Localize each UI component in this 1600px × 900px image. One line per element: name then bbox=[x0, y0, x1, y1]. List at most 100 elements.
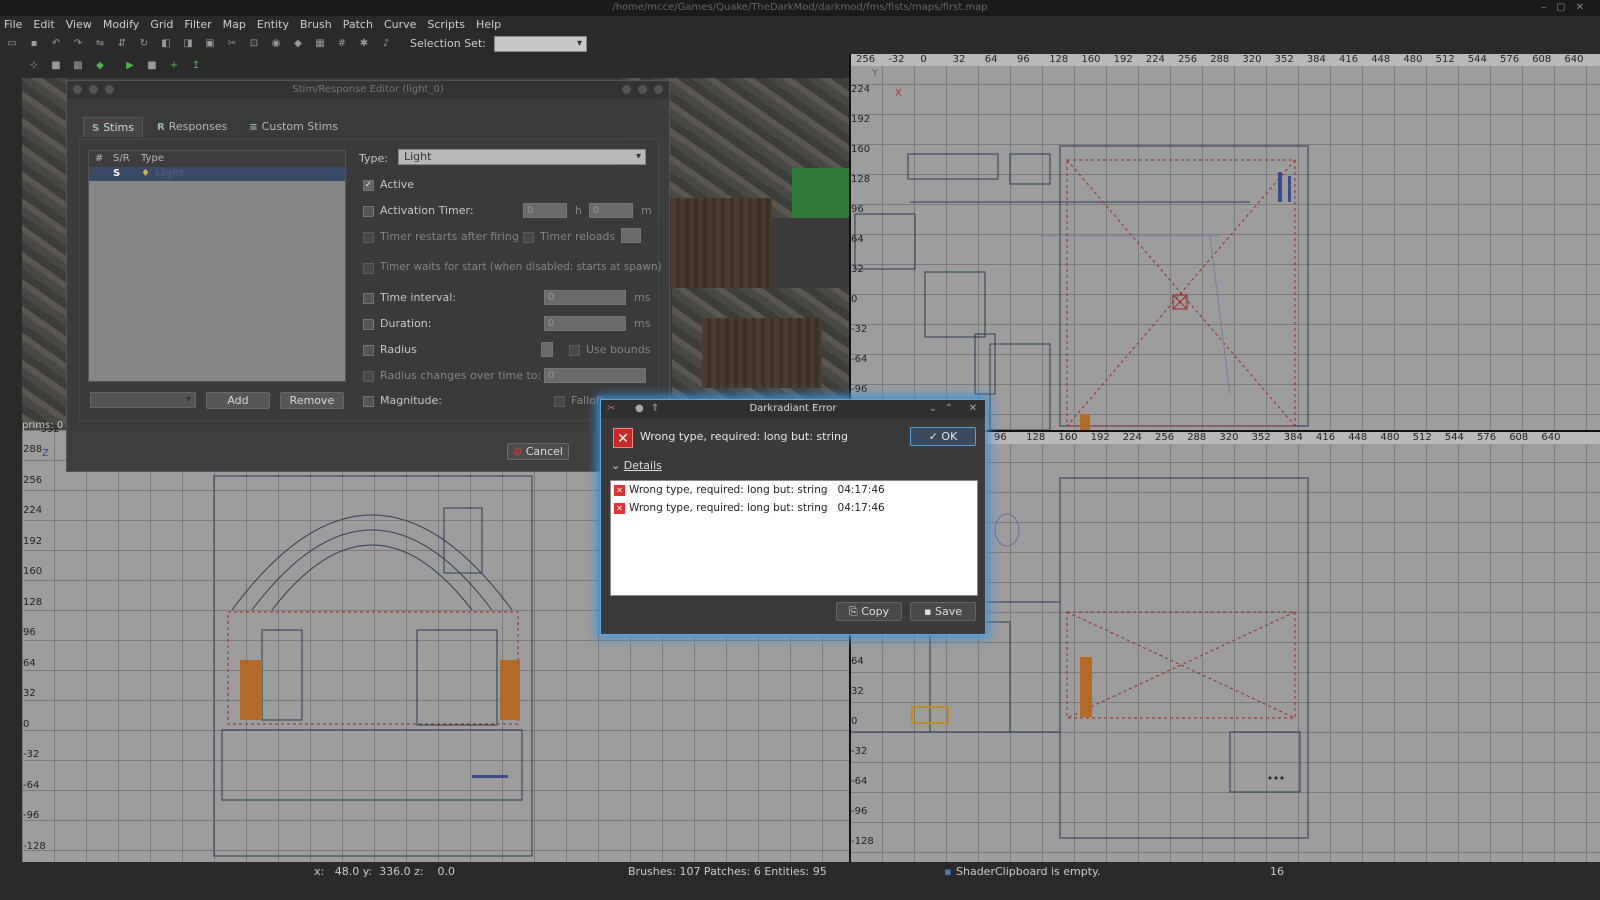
menu-curve[interactable]: Curve bbox=[384, 18, 416, 31]
time-interval-spin[interactable]: 0 bbox=[544, 290, 626, 305]
sr-close-icon[interactable] bbox=[654, 85, 663, 94]
row-type: Light bbox=[155, 168, 184, 179]
menu-help[interactable]: Help bbox=[476, 18, 501, 31]
clipper-icon[interactable]: ✂ bbox=[226, 38, 238, 50]
ruler-tick: 0 bbox=[851, 716, 858, 727]
radius-spin[interactable] bbox=[541, 342, 553, 357]
chevron-down-icon: ⌄ bbox=[611, 459, 624, 472]
selection-set-combo[interactable] bbox=[493, 35, 587, 52]
ruler-tick: 256 bbox=[1178, 54, 1198, 65]
col-num[interactable]: # bbox=[95, 151, 103, 167]
menu-edit[interactable]: Edit bbox=[33, 18, 54, 31]
remove-button[interactable]: Remove bbox=[280, 392, 344, 409]
minimize-icon[interactable]: ⌄ bbox=[929, 400, 937, 418]
open-icon[interactable]: ▭ bbox=[6, 38, 18, 50]
redo-icon[interactable]: ↷ bbox=[72, 38, 84, 50]
ruler-tick: -96 bbox=[851, 384, 868, 395]
close-icon[interactable]: ✕ bbox=[969, 400, 977, 418]
camera-icon[interactable]: ◉ bbox=[270, 38, 282, 50]
menu-patch[interactable]: Patch bbox=[343, 18, 373, 31]
shade-icon[interactable]: ⇑ bbox=[651, 400, 659, 418]
sound-icon[interactable]: ♪ bbox=[380, 38, 392, 50]
ok-button[interactable]: ✓ OK bbox=[910, 427, 976, 446]
radius-changes-checkbox[interactable] bbox=[363, 371, 374, 382]
ruler-tick: 128 bbox=[23, 596, 43, 608]
duration-spin[interactable]: 0 bbox=[544, 316, 626, 331]
sr-cancel-button[interactable]: ⊘ Cancel bbox=[507, 443, 569, 460]
radius-checkbox[interactable] bbox=[363, 345, 374, 356]
stim-type-add-combo[interactable] bbox=[90, 392, 196, 408]
maximize-icon[interactable]: ⌃ bbox=[945, 400, 953, 418]
window-controls[interactable]: –▢✕ bbox=[1541, 0, 1594, 16]
active-checkbox[interactable]: ✓ bbox=[363, 180, 374, 191]
tab-custom-stims[interactable]: ≡ Custom Stims bbox=[241, 117, 347, 137]
log-row[interactable]: ✕ Wrong type, required: long but: string 0… bbox=[611, 481, 977, 499]
entity-select-icon[interactable]: ◆ bbox=[94, 60, 106, 72]
sr-maximize-icon[interactable] bbox=[638, 85, 647, 94]
activation-timer-checkbox[interactable] bbox=[363, 206, 374, 217]
menu-map[interactable]: Map bbox=[223, 18, 246, 31]
clipboard-icon: ▪ bbox=[944, 865, 952, 878]
details-expander[interactable]: ⌄ Details bbox=[611, 459, 662, 472]
pin-icon[interactable]: ● bbox=[635, 400, 644, 418]
copy-button[interactable]: ⎘ Copy bbox=[836, 602, 902, 621]
sr-pin-icon[interactable] bbox=[89, 85, 98, 94]
type-combo[interactable]: Light bbox=[398, 149, 646, 165]
use-bounds-checkbox[interactable] bbox=[569, 345, 580, 356]
light-icon[interactable]: ✱ bbox=[358, 38, 370, 50]
menu-view[interactable]: View bbox=[66, 18, 92, 31]
xy-viewport-top[interactable]: 256 -32 0 32 64 96 128 160 192 224 256 288 320 352 384… bbox=[850, 54, 1600, 430]
sr-shade-icon[interactable] bbox=[105, 85, 114, 94]
stop-icon[interactable]: ■ bbox=[146, 60, 158, 72]
add-icon[interactable]: + bbox=[168, 60, 180, 72]
menu-modify[interactable]: Modify bbox=[103, 18, 139, 31]
play-icon[interactable]: ▶ bbox=[124, 60, 136, 72]
time-interval-checkbox[interactable] bbox=[363, 293, 374, 304]
rotate-icon[interactable]: ↻ bbox=[138, 38, 150, 50]
col-sr[interactable]: S/R bbox=[113, 151, 130, 167]
menu-scripts[interactable]: Scripts bbox=[427, 18, 465, 31]
texture-lock-icon[interactable]: ⊡ bbox=[248, 38, 260, 50]
tab-responses[interactable]: R Responses bbox=[149, 117, 236, 137]
timer-reloads-spin[interactable] bbox=[621, 228, 641, 243]
csg-merge-icon[interactable]: ◨ bbox=[182, 38, 194, 50]
save-button[interactable]: ▪ Save bbox=[910, 602, 976, 621]
add-button[interactable]: Add bbox=[206, 392, 270, 409]
timer-restarts-checkbox[interactable] bbox=[363, 232, 374, 243]
menu-filter[interactable]: Filter bbox=[184, 18, 211, 31]
csg-hollow-icon[interactable]: ▣ bbox=[204, 38, 216, 50]
falloff-checkbox[interactable] bbox=[554, 396, 565, 407]
log-row[interactable]: ✕ Wrong type, required: long but: string 0… bbox=[611, 499, 977, 517]
sr-minimize-icon[interactable] bbox=[622, 85, 631, 94]
timer-reloads-checkbox[interactable] bbox=[523, 232, 534, 243]
flip-y-icon[interactable]: ⇵ bbox=[116, 38, 128, 50]
brush-icon[interactable]: ■ bbox=[50, 60, 62, 72]
timer-waits-checkbox[interactable] bbox=[363, 263, 374, 274]
stim-list[interactable]: # S/R Type S ♦ Light bbox=[88, 150, 346, 382]
save-icon[interactable]: ▪ bbox=[28, 38, 40, 50]
patch-icon[interactable]: ▦ bbox=[314, 38, 326, 50]
app-menu-icon[interactable]: ✂ bbox=[607, 400, 615, 418]
menu-file[interactable]: File bbox=[4, 18, 22, 31]
entity-icon[interactable]: ◆ bbox=[292, 38, 304, 50]
texture-icon[interactable]: ▩ bbox=[72, 60, 84, 72]
magnitude-checkbox[interactable] bbox=[363, 396, 374, 407]
timer-minutes-spin[interactable]: 0 bbox=[589, 203, 633, 218]
grid-icon[interactable]: # bbox=[336, 38, 348, 50]
sr-menu-icon[interactable] bbox=[73, 85, 82, 94]
stim-list-row[interactable]: S ♦ Light bbox=[89, 167, 345, 181]
col-type[interactable]: Type bbox=[141, 151, 164, 167]
nudge-icon[interactable]: ↥ bbox=[190, 60, 202, 72]
menu-entity[interactable]: Entity bbox=[257, 18, 289, 31]
timer-hours-spin[interactable]: 0 bbox=[523, 203, 567, 218]
undo-icon[interactable]: ↶ bbox=[50, 38, 62, 50]
menu-grid[interactable]: Grid bbox=[150, 18, 173, 31]
select-icon[interactable]: ⊹ bbox=[28, 60, 40, 72]
tab-stims[interactable]: S Stims bbox=[83, 117, 144, 137]
radius-changes-spin[interactable]: 0 bbox=[544, 368, 646, 383]
duration-checkbox[interactable] bbox=[363, 319, 374, 330]
menu-brush[interactable]: Brush bbox=[300, 18, 332, 31]
flip-x-icon[interactable]: ⇋ bbox=[94, 38, 106, 50]
csg-subtract-icon[interactable]: ◧ bbox=[160, 38, 172, 50]
error-log-list[interactable]: ✕ Wrong type, required: long but: string 0… bbox=[610, 480, 978, 596]
